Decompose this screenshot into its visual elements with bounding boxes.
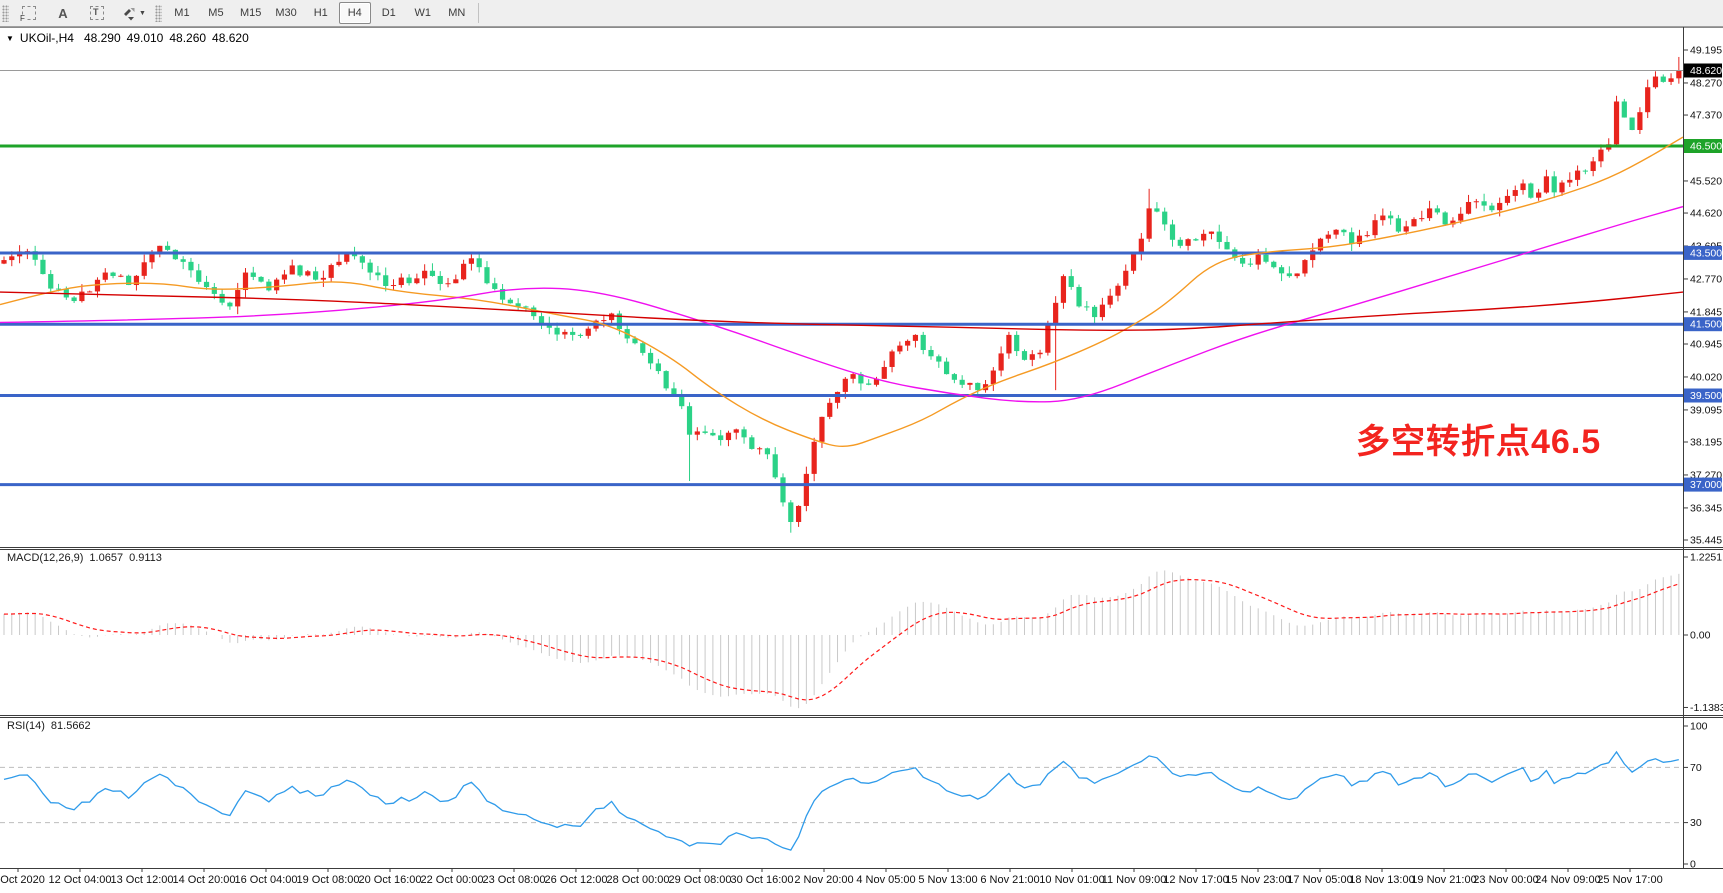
svg-text:41.500: 41.500 xyxy=(1690,319,1722,331)
rsi-label: RSI(14) 81.5662 xyxy=(7,720,91,732)
timeframe-button-m5[interactable]: M5 xyxy=(200,2,232,24)
quote-open: 48.290 xyxy=(84,31,121,45)
svg-text:30: 30 xyxy=(1690,817,1702,829)
svg-text:16 Oct 04:00: 16 Oct 04:00 xyxy=(235,874,298,886)
svg-text:20 Oct 16:00: 20 Oct 16:00 xyxy=(359,874,422,886)
svg-text:26 Oct 12:00: 26 Oct 12:00 xyxy=(545,874,608,886)
svg-text:39.095: 39.095 xyxy=(1690,404,1722,416)
svg-text:46.500: 46.500 xyxy=(1690,141,1722,153)
svg-text:17 Nov 05:00: 17 Nov 05:00 xyxy=(1287,874,1352,886)
timeframe-button-h4[interactable]: H4 xyxy=(339,2,371,24)
rsi-value: 81.5662 xyxy=(51,720,91,732)
svg-text:39.500: 39.500 xyxy=(1690,390,1722,402)
svg-text:13 Oct 12:00: 13 Oct 12:00 xyxy=(111,874,174,886)
svg-text:2 Nov 20:00: 2 Nov 20:00 xyxy=(794,874,853,886)
svg-text:5 Nov 13:00: 5 Nov 13:00 xyxy=(918,874,977,886)
arrows-tool-button[interactable]: ▼ xyxy=(115,2,152,24)
svg-text:6 Nov 21:00: 6 Nov 21:00 xyxy=(980,874,1039,886)
quote-close: 48.620 xyxy=(212,31,249,45)
symbol-label: UKOil-,H4 xyxy=(20,31,74,45)
svg-text:28 Oct 00:00: 28 Oct 00:00 xyxy=(607,874,670,886)
svg-text:30 Oct 16:00: 30 Oct 16:00 xyxy=(731,874,794,886)
macd-name: MACD(12,26,9) xyxy=(7,552,83,564)
svg-text:22 Oct 00:00: 22 Oct 00:00 xyxy=(421,874,484,886)
svg-text:14 Oct 20:00: 14 Oct 20:00 xyxy=(173,874,236,886)
arrows-icon xyxy=(121,6,136,21)
timeframe-button-d1[interactable]: D1 xyxy=(373,2,405,24)
macd-label: MACD(12,26,9) 1.0657 0.9113 xyxy=(7,552,162,564)
svg-text:43.500: 43.500 xyxy=(1690,247,1722,259)
quote-line[interactable]: ▼ UKOil-,H4 48.290 49.010 48.260 48.620 xyxy=(6,31,249,45)
toolbar-grip-2[interactable] xyxy=(155,5,162,22)
svg-text:18 Nov 13:00: 18 Nov 13:00 xyxy=(1349,874,1414,886)
svg-text:10 Nov 01:00: 10 Nov 01:00 xyxy=(1039,874,1104,886)
svg-text:-1.1383: -1.1383 xyxy=(1690,702,1723,714)
chevron-down-icon: ▼ xyxy=(6,34,14,43)
toolbar-separator xyxy=(478,3,479,23)
svg-text:29 Oct 08:00: 29 Oct 08:00 xyxy=(669,874,732,886)
frame-f-icon: F xyxy=(22,6,36,20)
svg-text:0.00: 0.00 xyxy=(1690,630,1711,642)
svg-text:24 Nov 09:00: 24 Nov 09:00 xyxy=(1535,874,1600,886)
quote-low: 48.260 xyxy=(169,31,206,45)
timeframe-button-m1[interactable]: M1 xyxy=(166,2,198,24)
svg-text:44.620: 44.620 xyxy=(1690,208,1722,220)
svg-text:23 Oct 08:00: 23 Oct 08:00 xyxy=(483,874,546,886)
svg-text:49.195: 49.195 xyxy=(1690,45,1722,57)
quote-high: 49.010 xyxy=(127,31,164,45)
svg-text:40.020: 40.020 xyxy=(1690,371,1722,383)
timeframe-button-m15[interactable]: M15 xyxy=(234,2,267,24)
svg-text:9 Oct 2020: 9 Oct 2020 xyxy=(0,874,45,886)
svg-text:100: 100 xyxy=(1690,721,1708,733)
svg-text:41.845: 41.845 xyxy=(1690,306,1722,318)
text-tool-button[interactable]: T xyxy=(81,2,113,24)
svg-text:0: 0 xyxy=(1690,859,1696,871)
svg-text:45.520: 45.520 xyxy=(1690,175,1722,187)
toolbar-grip[interactable] xyxy=(2,5,9,22)
svg-text:48.620: 48.620 xyxy=(1690,65,1722,77)
svg-text:19 Oct 08:00: 19 Oct 08:00 xyxy=(297,874,360,886)
svg-text:35.445: 35.445 xyxy=(1690,534,1722,546)
toolbar: F A T ▼ M1M5M15M30H1H4D1W1MN xyxy=(0,0,1723,27)
frame-f-tool-button[interactable]: F xyxy=(13,2,45,24)
svg-text:48.270: 48.270 xyxy=(1690,77,1722,89)
svg-text:4 Nov 05:00: 4 Nov 05:00 xyxy=(856,874,915,886)
mt4-window: F A T ▼ M1M5M15M30H1H4D1W1MN 49.195 48.27… xyxy=(0,0,1723,893)
timeframe-buttons: M1M5M15M30H1H4D1W1MN xyxy=(165,2,474,24)
svg-text:70: 70 xyxy=(1690,762,1702,774)
timeframe-button-w1[interactable]: W1 xyxy=(407,2,439,24)
timeframe-button-mn[interactable]: MN xyxy=(441,2,473,24)
svg-text:23 Nov 00:00: 23 Nov 00:00 xyxy=(1473,874,1538,886)
svg-text:40.945: 40.945 xyxy=(1690,338,1722,350)
svg-text:11 Nov 09:00: 11 Nov 09:00 xyxy=(1102,874,1167,886)
svg-text:12 Oct 04:00: 12 Oct 04:00 xyxy=(49,874,112,886)
svg-text:37.000: 37.000 xyxy=(1690,479,1722,491)
svg-text:47.370: 47.370 xyxy=(1690,110,1722,122)
svg-text:12 Nov 17:00: 12 Nov 17:00 xyxy=(1163,874,1228,886)
timeframe-button-m30[interactable]: M30 xyxy=(269,2,302,24)
svg-text:42.770: 42.770 xyxy=(1690,273,1722,285)
svg-text:15 Nov 23:00: 15 Nov 23:00 xyxy=(1225,874,1290,886)
svg-text:36.345: 36.345 xyxy=(1690,502,1722,514)
svg-text:19 Nov 21:00: 19 Nov 21:00 xyxy=(1411,874,1476,886)
rsi-name: RSI(14) xyxy=(7,720,45,732)
macd-value-main: 1.0657 xyxy=(89,552,123,564)
chart-annotation-text: 多空转折点46.5 xyxy=(1356,414,1601,463)
svg-text:25 Nov 17:00: 25 Nov 17:00 xyxy=(1597,874,1662,886)
label-a-icon: A xyxy=(58,6,67,21)
label-tool-button[interactable]: A xyxy=(47,2,79,24)
text-t-icon: T xyxy=(90,6,104,20)
svg-text:38.195: 38.195 xyxy=(1690,436,1722,448)
svg-text:1.2251: 1.2251 xyxy=(1690,552,1722,564)
timeframe-button-h1[interactable]: H1 xyxy=(305,2,337,24)
macd-value-signal: 0.9113 xyxy=(129,552,162,564)
chevron-down-icon: ▼ xyxy=(139,10,146,17)
